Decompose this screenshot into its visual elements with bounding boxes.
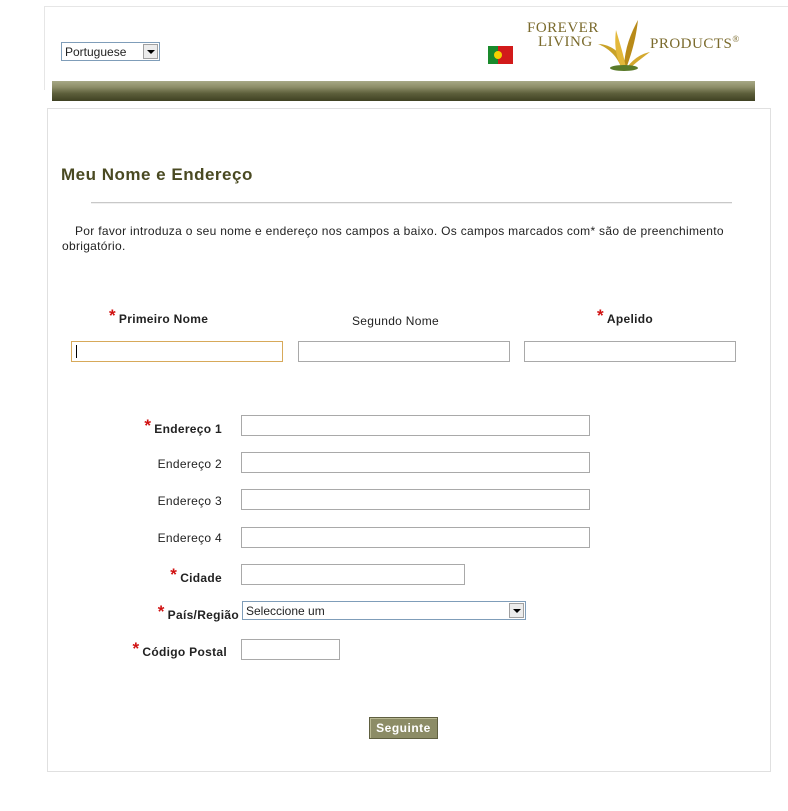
- address2-label: Endereço 2: [157, 457, 222, 471]
- address4-input[interactable]: [241, 527, 590, 548]
- page-frame-top: [44, 6, 788, 7]
- required-star: *: [157, 602, 165, 621]
- header-band: [52, 81, 755, 101]
- chevron-down-icon[interactable]: [143, 44, 158, 59]
- language-select-value: Portuguese: [65, 44, 127, 59]
- first-name-input[interactable]: [71, 341, 283, 362]
- address3-input[interactable]: [241, 489, 590, 510]
- middle-name-input[interactable]: [298, 341, 510, 362]
- country-label: * País/Região: [157, 602, 239, 622]
- intro-text: Por favor introduza o seu nome e endereç…: [62, 224, 724, 253]
- address2-input[interactable]: [241, 452, 590, 473]
- city-label: * Cidade: [170, 565, 222, 585]
- middle-name-label: Segundo Nome: [352, 314, 439, 328]
- required-star: *: [109, 306, 116, 325]
- aloe-plant-icon: [598, 20, 650, 71]
- country-select[interactable]: Seleccione um: [242, 601, 526, 620]
- country-select-value: Seleccione um: [246, 603, 325, 618]
- page-title: Meu Nome e Endereço: [61, 165, 253, 184]
- required-star: *: [132, 639, 140, 658]
- portugal-flag-icon[interactable]: [488, 46, 513, 64]
- last-name-label: * Apelido: [597, 306, 654, 326]
- city-input[interactable]: [241, 564, 465, 585]
- address1-input[interactable]: [241, 415, 590, 436]
- title-divider: [91, 202, 732, 204]
- address3-label: Endereço 3: [157, 494, 222, 508]
- required-star: *: [144, 416, 152, 435]
- forever-living-logo: FOREVER LIVING PRODUCTS®: [516, 20, 766, 72]
- required-star: *: [170, 565, 178, 584]
- form-card: [47, 108, 771, 772]
- text-caret: [76, 345, 77, 358]
- logo-text-living: LIVING: [538, 34, 593, 50]
- required-star: *: [597, 306, 604, 325]
- postal-code-input[interactable]: [241, 639, 340, 660]
- postal-code-label: * Código Postal: [132, 639, 227, 659]
- address1-label: * Endereço 1: [144, 416, 222, 436]
- language-select[interactable]: Portuguese: [61, 42, 160, 61]
- last-name-input[interactable]: [524, 341, 736, 362]
- page-frame-left: [44, 6, 45, 90]
- first-name-label: * Primeiro Nome: [109, 306, 209, 326]
- address4-label: Endereço 4: [157, 531, 222, 545]
- chevron-down-icon[interactable]: [509, 603, 524, 618]
- next-button[interactable]: Seguinte: [369, 717, 438, 739]
- logo-text-products: PRODUCTS®: [650, 34, 740, 52]
